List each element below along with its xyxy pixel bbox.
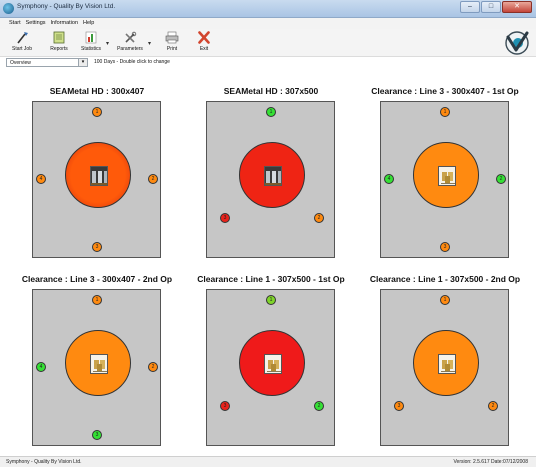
head-status-dot[interactable]: 2 bbox=[314, 401, 324, 411]
cans-image-icon bbox=[439, 167, 455, 185]
head-status-dot[interactable]: 3 bbox=[220, 401, 230, 411]
head-status-dot[interactable]: 3 bbox=[220, 213, 230, 223]
station-status-circle[interactable] bbox=[65, 142, 131, 208]
station-panel[interactable]: 1 4 2 3 bbox=[32, 101, 161, 258]
head-status-dot[interactable]: 2 bbox=[496, 174, 506, 184]
head-status-dot[interactable]: 4 bbox=[384, 174, 394, 184]
station-status-circle[interactable] bbox=[413, 330, 479, 396]
station-title: Clearance : Line 3 - 300x407 - 2nd Op bbox=[21, 274, 173, 284]
head-status-dot[interactable]: 2 bbox=[148, 174, 158, 184]
head-status-dot[interactable]: 1 bbox=[92, 295, 102, 305]
station-panel[interactable]: 1 3 2 bbox=[206, 289, 335, 446]
station-status-circle[interactable] bbox=[239, 330, 305, 396]
maximize-button[interactable]: □ bbox=[481, 1, 501, 13]
reports-label: Reports bbox=[50, 46, 68, 52]
head-status-dot[interactable]: 1 bbox=[440, 107, 450, 117]
product-thumbnail bbox=[264, 166, 282, 186]
product-thumbnail bbox=[264, 354, 282, 374]
window-controls: – □ ✕ bbox=[460, 1, 532, 13]
cans-image-icon bbox=[91, 355, 107, 373]
parameters-label: Parameters bbox=[117, 46, 143, 52]
chevron-down-icon[interactable]: ▾ bbox=[78, 59, 87, 66]
exit-label: Exit bbox=[199, 46, 209, 52]
head-status-dot[interactable]: 4 bbox=[36, 362, 46, 372]
tools-icon bbox=[125, 31, 137, 43]
station-status-circle[interactable] bbox=[65, 330, 131, 396]
minimize-button[interactable]: – bbox=[460, 1, 480, 13]
station-title: Clearance : Line 1 - 307x500 - 1st Op bbox=[197, 274, 345, 284]
view-bar: Overview ▾ 100 Days - Double click to ch… bbox=[0, 57, 536, 68]
start-job-label: Start Job bbox=[11, 46, 32, 52]
station-panel[interactable]: 1 4 2 3 bbox=[32, 289, 161, 446]
chart-icon bbox=[85, 31, 97, 44]
menu-start[interactable]: Start bbox=[9, 18, 21, 29]
station-panel[interactable]: 1 3 2 bbox=[380, 289, 509, 446]
station-title: Clearance : Line 1 - 307x500 - 2nd Op bbox=[369, 274, 521, 284]
product-thumbnail bbox=[438, 354, 456, 374]
head-status-dot[interactable]: 1 bbox=[440, 295, 450, 305]
head-status-dot[interactable]: 3 bbox=[440, 242, 450, 252]
station-panel[interactable]: 1 4 2 3 bbox=[380, 101, 509, 258]
cans-image-icon bbox=[439, 355, 455, 373]
report-icon bbox=[53, 31, 65, 44]
status-bar: Symphony - Quality By Vision Ltd. Versio… bbox=[0, 456, 536, 467]
head-status-dot[interactable]: 1 bbox=[266, 107, 276, 117]
window-title: Symphony - Quality By Vision Ltd. bbox=[17, 3, 116, 10]
product-thumbnail bbox=[90, 354, 108, 374]
menu-settings[interactable]: Settings bbox=[26, 18, 46, 29]
station-status-circle[interactable] bbox=[239, 142, 305, 208]
days-range-hint[interactable]: 100 Days - Double click to change bbox=[94, 59, 170, 65]
parameters-dropdown-icon[interactable]: ▾ bbox=[148, 40, 151, 47]
menu-information[interactable]: Information bbox=[51, 18, 79, 29]
product-thumbnail bbox=[90, 166, 108, 186]
overview-area: SEAMetal HD : 300x407 1 4 2 3 SEAMetal HD : 3… bbox=[0, 68, 536, 456]
head-status-dot[interactable]: 2 bbox=[148, 362, 158, 372]
can-line-image-icon bbox=[265, 167, 281, 185]
wand-icon bbox=[17, 32, 28, 44]
exit-x-icon bbox=[198, 31, 210, 44]
head-status-dot[interactable]: 1 bbox=[266, 295, 276, 305]
status-version-date: Version: 2.5.617 Date:07/12/2008 bbox=[453, 459, 528, 465]
head-status-dot[interactable]: 3 bbox=[394, 401, 404, 411]
product-thumbnail bbox=[438, 166, 456, 186]
head-status-dot[interactable]: 4 bbox=[36, 174, 46, 184]
toolbar: Start Job Reports Statistics ▾ Parameter… bbox=[0, 29, 536, 57]
head-status-dot[interactable]: 2 bbox=[314, 213, 324, 223]
status-company: Symphony - Quality By Vision Ltd. bbox=[6, 459, 82, 465]
title-bar: Symphony - Quality By Vision Ltd. – □ ✕ bbox=[0, 0, 536, 18]
exit-button[interactable]: Exit bbox=[189, 31, 219, 55]
statistics-dropdown-icon[interactable]: ▾ bbox=[106, 40, 109, 47]
start-job-button[interactable]: Start Job bbox=[7, 31, 37, 55]
station-status-circle[interactable] bbox=[413, 142, 479, 208]
app-window: Symphony - Quality By Vision Ltd. – □ ✕ … bbox=[0, 0, 536, 467]
view-select[interactable]: Overview ▾ bbox=[6, 58, 88, 67]
statistics-label: Statistics bbox=[80, 46, 101, 52]
can-line-image-icon bbox=[91, 167, 107, 185]
statistics-button[interactable]: Statistics bbox=[76, 31, 106, 55]
parameters-button[interactable]: Parameters bbox=[115, 31, 145, 55]
close-button[interactable]: ✕ bbox=[502, 1, 532, 13]
menu-help[interactable]: Help bbox=[83, 18, 94, 29]
cans-image-icon bbox=[265, 355, 281, 373]
print-button[interactable]: Print bbox=[157, 31, 187, 55]
head-status-dot[interactable]: 3 bbox=[92, 430, 102, 440]
vision-logo-icon bbox=[505, 31, 529, 55]
print-label: Print bbox=[166, 46, 178, 52]
app-icon bbox=[3, 3, 14, 14]
reports-button[interactable]: Reports bbox=[44, 31, 74, 55]
station-panel[interactable]: 1 3 2 bbox=[206, 101, 335, 258]
station-title: SEAMetal HD : 307x500 bbox=[223, 86, 319, 96]
printer-icon bbox=[165, 31, 179, 44]
head-status-dot[interactable]: 1 bbox=[92, 107, 102, 117]
station-title: Clearance : Line 3 - 300x407 - 1st Op bbox=[371, 86, 519, 96]
menu-bar: Start Settings Information Help bbox=[0, 18, 536, 29]
head-status-dot[interactable]: 2 bbox=[488, 401, 498, 411]
head-status-dot[interactable]: 3 bbox=[92, 242, 102, 252]
view-select-value: Overview bbox=[10, 60, 31, 66]
station-title: SEAMetal HD : 300x407 bbox=[49, 86, 145, 96]
